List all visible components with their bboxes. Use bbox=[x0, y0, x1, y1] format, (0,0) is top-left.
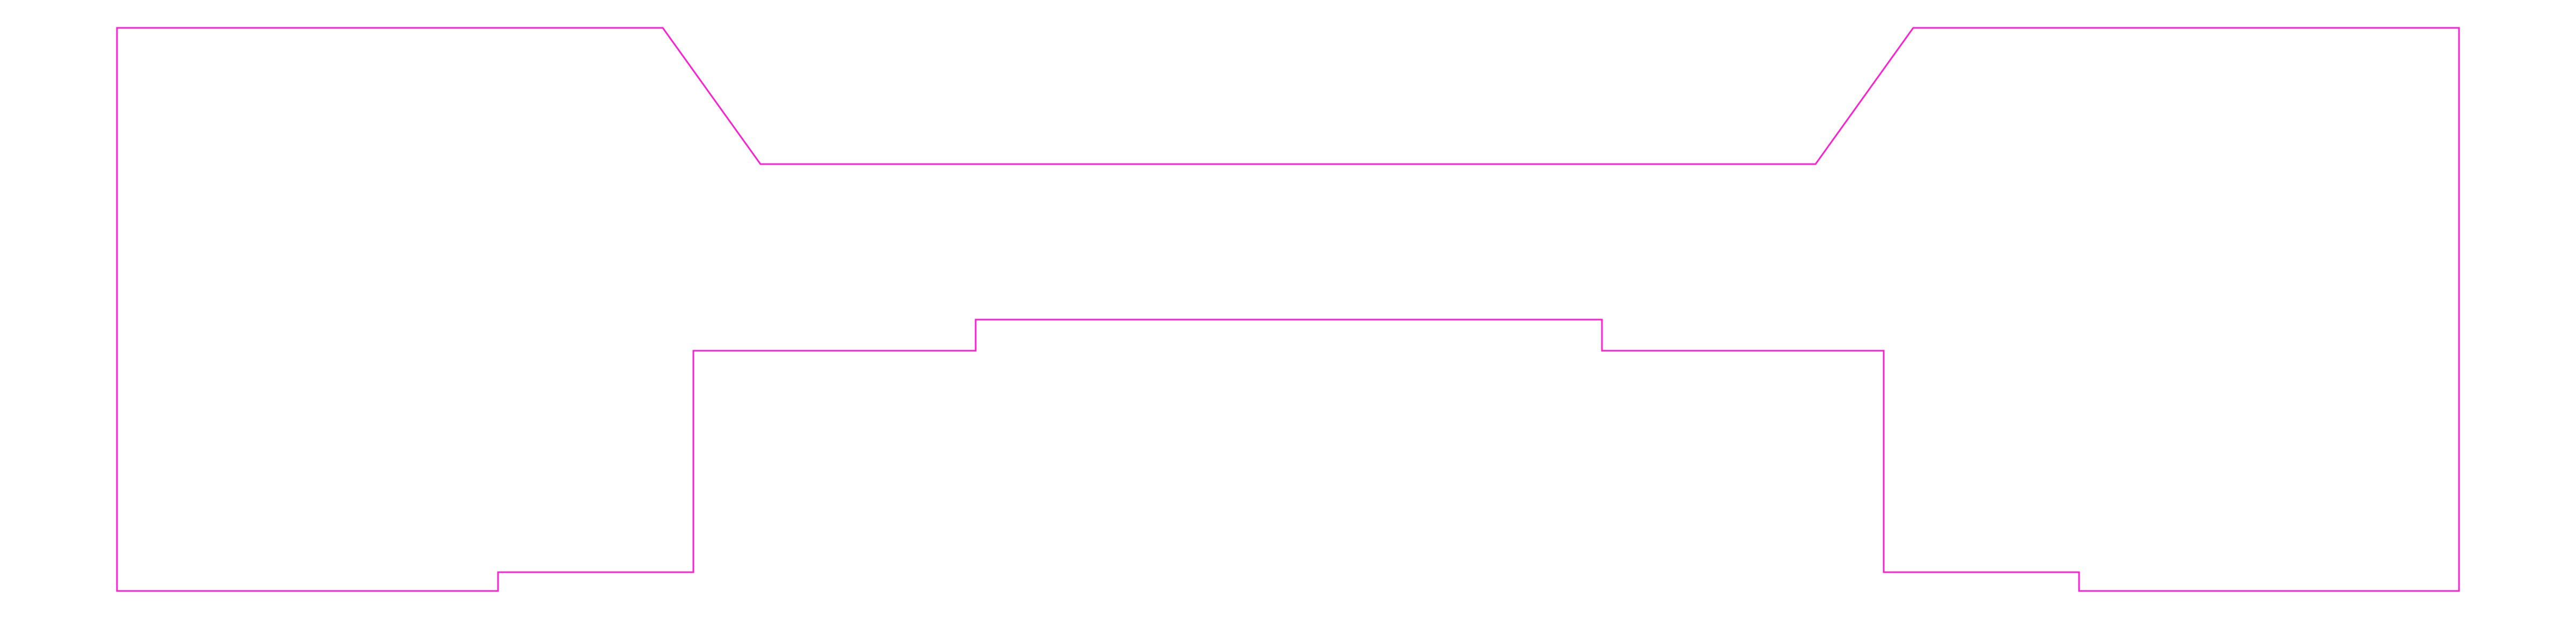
diagram-canvas bbox=[0, 0, 2576, 621]
canvas-background bbox=[0, 0, 2576, 621]
